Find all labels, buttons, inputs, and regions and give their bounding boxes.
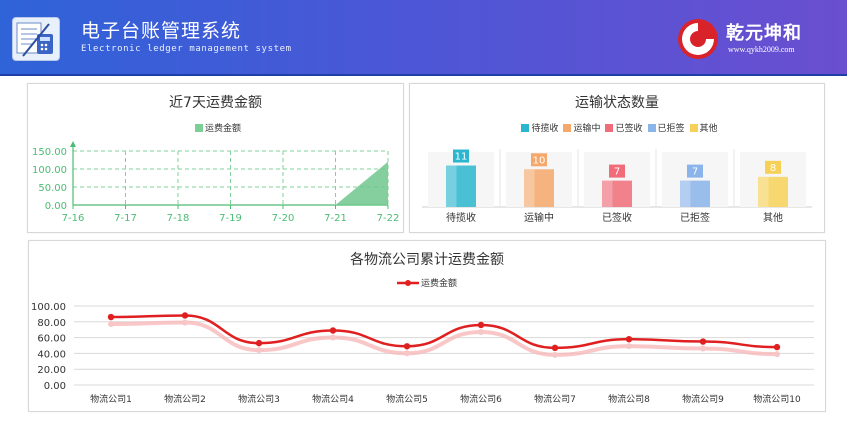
x-tick-label: 物流公司2: [164, 393, 206, 405]
data-label: 7: [692, 167, 698, 178]
shadow-point: [108, 321, 114, 328]
brand-logo: 乾元坤和 www.qykh2009.com: [668, 15, 828, 63]
brand-name: 乾元坤和: [726, 23, 802, 44]
cumulative-freight-panel: 各物流公司累计运费金额 运费金额 0.00 20.00 40.00 60.00 80.0…: [28, 240, 826, 412]
data-point: [699, 338, 707, 345]
app-header: 电子台账管理系统 Electronic ledger management sy…: [0, 0, 847, 76]
y-tick-label: 40.00: [37, 349, 66, 360]
x-tick-label: 7-22: [377, 213, 400, 224]
y-axis-arrow: [70, 141, 76, 147]
x-tick-label: 物流公司1: [90, 393, 132, 405]
shadow-point: [552, 351, 558, 358]
x-tick-label: 其他: [763, 211, 783, 224]
data-point: [329, 327, 337, 334]
ledger-logo-icon: [12, 17, 60, 61]
app-title: 电子台账管理系统: [81, 20, 242, 42]
bar-highlight: [758, 176, 769, 207]
data-point: [181, 312, 189, 319]
x-tick-label: 7-19: [219, 213, 242, 224]
x-tick-label: 已签收: [602, 211, 632, 224]
cumulative-line-chart: 0.00 20.00 40.00 60.00 80.00 100.00 物流公司1 物流公司2…: [31, 302, 814, 405]
y-tick-label: 20.00: [37, 365, 66, 376]
data-point: [551, 344, 559, 352]
x-tick-label: 7-18: [167, 213, 190, 224]
shadow-point: [700, 345, 706, 352]
y-tick-label: 100.00: [31, 302, 66, 313]
x-tick-label: 7-16: [62, 213, 85, 224]
status-bar-chart: 11 待揽收 10 运输中 7 已签收 7 已拒签 8 其他: [422, 149, 812, 224]
shadow-point: [774, 351, 780, 358]
x-tick-label: 物流公司4: [312, 393, 354, 405]
freight-area-chart: 0.00 50.00 100.00 150.00 7-16 7-17 7-18 7-19 7-2…: [32, 141, 400, 224]
x-tick-label: 待揽收: [446, 211, 476, 224]
bar-highlight: [680, 180, 691, 207]
shadow-point: [478, 328, 484, 335]
data-point: [255, 339, 263, 347]
data-point: [773, 343, 781, 351]
bar-highlight: [524, 169, 535, 207]
transport-status-panel: 运输状态数量 待揽收 运输中 已签收 已拒签 其他 11 待揽收 10 运输中 7 已签收 7 已拒签…: [409, 83, 825, 233]
y-tick-label: 150.00: [32, 147, 67, 158]
data-label: 7: [614, 167, 620, 178]
x-tick-label: 物流公司7: [534, 393, 576, 405]
data-point: [403, 343, 411, 350]
shadow-point: [182, 319, 188, 326]
y-tick-label: 80.00: [37, 318, 66, 329]
data-label: 8: [770, 163, 776, 174]
x-tick-label: 运输中: [524, 211, 554, 224]
bar-highlight: [602, 180, 613, 207]
bar-highlight: [446, 165, 457, 207]
x-tick-label: 7-20: [272, 213, 295, 224]
shadow-point: [330, 334, 336, 341]
x-tick-label: 7-17: [114, 213, 137, 224]
app-subtitle: Electronic ledger management system: [81, 44, 292, 54]
x-tick-label: 物流公司9: [682, 393, 724, 405]
data-point: [107, 313, 115, 321]
y-tick-label: 100.00: [32, 165, 67, 176]
x-tick-label: 物流公司10: [753, 393, 801, 405]
y-tick-label: 60.00: [37, 334, 66, 345]
data-label: 11: [455, 152, 468, 163]
brand-mark-icon: [678, 19, 718, 59]
shadow-point: [626, 343, 632, 350]
x-tick-label: 已拒签: [680, 211, 710, 224]
x-tick-label: 物流公司6: [460, 393, 502, 405]
data-label: 10: [533, 155, 546, 166]
data-point: [625, 335, 633, 343]
y-tick-label: 50.00: [38, 183, 67, 194]
line-shadow: [110, 320, 778, 357]
shadow-point: [404, 350, 410, 357]
x-tick-label: 物流公司5: [386, 393, 428, 405]
x-tick-label: 物流公司8: [608, 393, 650, 405]
brand-url: www.qykh2009.com: [728, 45, 795, 54]
data-point: [477, 321, 485, 329]
x-tick-label: 物流公司3: [238, 393, 280, 405]
y-tick-label: 0.00: [45, 201, 67, 212]
y-tick-label: 0.00: [44, 381, 66, 392]
freight-7days-panel: 近7天运费金额 运费金额 0.00 50.00 100.00 150.00 7-16 7-…: [27, 83, 404, 233]
x-tick-label: 7-21: [324, 213, 347, 224]
shadow-point: [256, 347, 262, 354]
